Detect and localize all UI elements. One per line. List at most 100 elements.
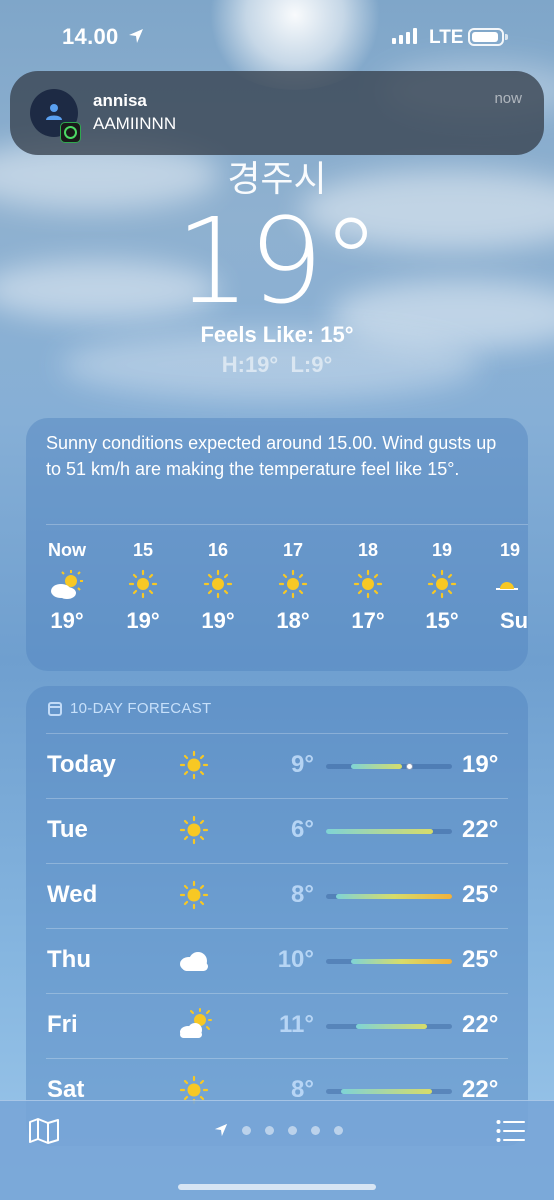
- calendar-icon: [48, 701, 62, 716]
- temp-range-bar: [326, 763, 452, 770]
- forecast-summary: Sunny conditions expected around 15.00. …: [46, 433, 497, 479]
- high-low: H:19° L:9°: [0, 352, 554, 378]
- day-low: 9°: [291, 751, 314, 778]
- person-icon: [46, 104, 62, 120]
- day-low: 11°: [279, 1011, 314, 1038]
- hour-label: Now: [48, 540, 86, 560]
- hour-item[interactable]: 19 15°: [407, 540, 477, 634]
- sun-icon: [179, 815, 209, 845]
- day-row[interactable]: Tue 6° 22°: [26, 798, 528, 863]
- temp-range-bar: [326, 829, 452, 834]
- day-row[interactable]: Today 9° 19°: [26, 733, 528, 798]
- hour-item[interactable]: 15 19°: [108, 540, 178, 634]
- hour-temp: 15°: [425, 608, 459, 633]
- hour-temp: 19°: [201, 608, 235, 633]
- temp-range-fill: [326, 829, 434, 834]
- temp-range-bar: [326, 1089, 452, 1094]
- hourly-forecast-card[interactable]: Sunny conditions expected around 15.00. …: [26, 418, 528, 671]
- list-icon[interactable]: [496, 1119, 526, 1143]
- temp-range-bar: [326, 894, 452, 899]
- location-arrow-icon: [129, 29, 143, 43]
- hour-item[interactable]: 16 19°: [183, 540, 253, 634]
- hour-label: 15: [132, 540, 154, 560]
- temp-range-fill: [336, 894, 452, 899]
- hour-label: 18: [357, 540, 379, 560]
- day-name: Fri: [47, 1011, 78, 1038]
- home-indicator[interactable]: [178, 1184, 376, 1190]
- day-name: Wed: [47, 881, 98, 908]
- hour-item[interactable]: 18 17°: [333, 540, 403, 634]
- sun-icon: [179, 750, 209, 780]
- hour-label: 16: [207, 540, 229, 560]
- partly-sunny-icon: [180, 1008, 212, 1038]
- battery-icon: [468, 28, 508, 46]
- cloud-icon: [180, 952, 208, 971]
- page-dot[interactable]: [242, 1125, 251, 1135]
- sun-icon: [179, 880, 209, 910]
- temp-range-fill: [351, 959, 452, 964]
- hour-item[interactable]: Now 19°: [32, 540, 102, 634]
- day-high: 25°: [462, 881, 499, 908]
- hour-item[interactable]: 19 Su: [484, 540, 528, 634]
- day-high: 22°: [462, 816, 499, 843]
- temp-range-fill: [356, 1024, 427, 1029]
- feels-like: Feels Like: 15°: [200, 322, 354, 347]
- current-temperature: 19°: [175, 192, 380, 330]
- location-arrow-icon: [214, 1123, 228, 1137]
- map-icon[interactable]: [28, 1117, 60, 1145]
- notification-banner[interactable]: annisa AAMIINNN now: [10, 71, 544, 155]
- sun-icon: [258, 562, 328, 608]
- page-dot[interactable]: [265, 1125, 274, 1135]
- low-temp: L:9°: [290, 352, 333, 377]
- day-high: 19°: [462, 751, 499, 778]
- hour-label: 17: [282, 540, 304, 560]
- notification-message: AAMIINNN: [93, 114, 177, 133]
- day-low: 8°: [291, 881, 314, 908]
- day-name: Thu: [47, 946, 91, 973]
- sun-icon: [407, 562, 477, 608]
- day-row[interactable]: Fri 11° 22°: [26, 993, 528, 1058]
- day-low: 6°: [291, 816, 314, 843]
- temp-range-fill: [351, 764, 402, 769]
- current-temp-marker: [406, 763, 414, 770]
- notification-time: now: [494, 90, 522, 107]
- temp-range-bar: [326, 959, 452, 964]
- page-dot[interactable]: [288, 1125, 297, 1135]
- sun-icon: [183, 562, 253, 608]
- hour-label: 19: [431, 540, 453, 560]
- day-name: Tue: [47, 816, 88, 843]
- partly-sunny-icon: [32, 562, 102, 608]
- day-row[interactable]: Wed 8° 25°: [26, 863, 528, 928]
- hour-label: 19: [500, 540, 521, 560]
- hour-item[interactable]: 17 18°: [258, 540, 328, 634]
- day-name: Today: [47, 751, 116, 778]
- sun-icon: [333, 562, 403, 608]
- day-high: 25°: [462, 946, 499, 973]
- page-indicator[interactable]: [214, 1123, 343, 1137]
- temp-range-bar: [326, 1024, 452, 1029]
- hour-temp: Su: [500, 608, 528, 633]
- status-time: 14.00: [62, 24, 119, 49]
- ten-day-header: 10-DAY FORECAST: [48, 700, 211, 717]
- ten-day-forecast-card[interactable]: 10-DAY FORECAST Today 9° 19° Tue 6° 22° …: [26, 686, 528, 1146]
- page-dot[interactable]: [334, 1125, 343, 1135]
- page-dot[interactable]: [311, 1125, 320, 1135]
- notification-sender: annisa: [93, 91, 147, 110]
- high-temp: H:19°: [221, 352, 279, 377]
- sunset-icon: [484, 562, 528, 608]
- day-low: 10°: [277, 946, 314, 973]
- day-high: 22°: [462, 1011, 499, 1038]
- day-row[interactable]: Thu 10° 25°: [26, 928, 528, 993]
- hour-temp: 19°: [50, 608, 84, 633]
- divider: [46, 524, 528, 525]
- ten-day-title: 10-DAY FORECAST: [70, 700, 212, 717]
- status-bar: 14.00 LTE: [0, 0, 554, 70]
- network-type: LTE: [429, 27, 464, 48]
- hour-temp: 18°: [276, 608, 310, 633]
- temp-range-fill: [341, 1089, 432, 1094]
- cellular-signal-icon: [392, 28, 417, 44]
- hour-temp: 17°: [351, 608, 385, 633]
- whatsapp-icon: [60, 122, 81, 143]
- hour-temp: 19°: [126, 608, 160, 633]
- sun-icon: [108, 562, 178, 608]
